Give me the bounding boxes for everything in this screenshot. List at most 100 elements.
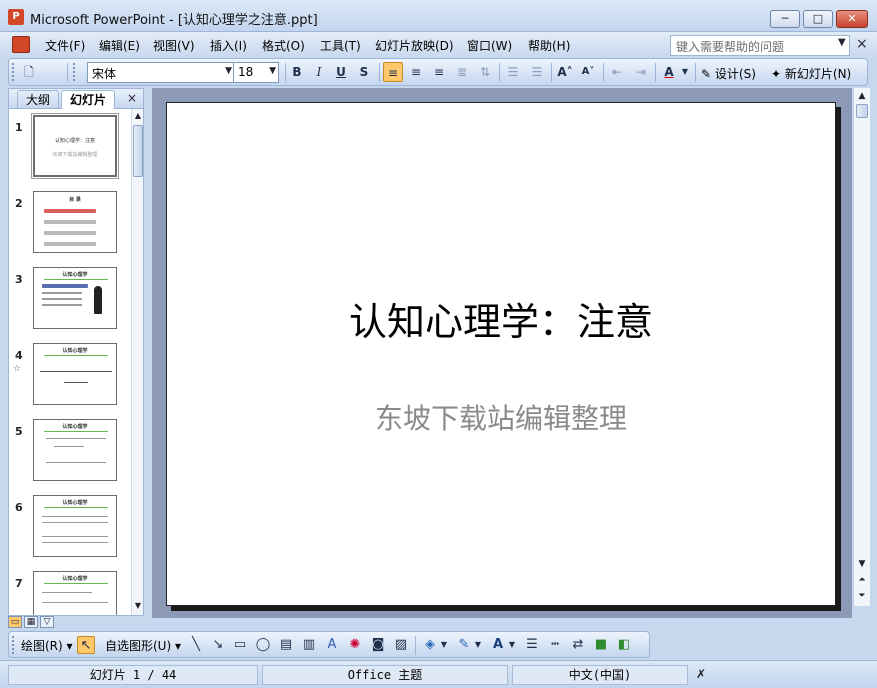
- select-pointer-icon[interactable]: ↖: [77, 636, 95, 654]
- italic-button[interactable]: I: [309, 62, 329, 82]
- thumbnail-scrollbar[interactable]: ▲ ▼: [131, 109, 143, 615]
- menu-format[interactable]: 格式(O): [262, 37, 305, 54]
- diagram-icon[interactable]: ✺: [346, 636, 364, 654]
- slide-number: 3: [15, 273, 23, 286]
- wordart-icon[interactable]: A: [323, 636, 341, 654]
- picture-icon[interactable]: ▨: [392, 636, 410, 654]
- tab-outline[interactable]: 大纲: [17, 90, 60, 109]
- spelling-check-icon[interactable]: ✗: [696, 667, 706, 681]
- title-bar: P Microsoft PowerPoint - [认知心理学之注意.ppt] …: [0, 0, 877, 32]
- close-button[interactable]: ✕: [836, 10, 868, 28]
- align-left-icon[interactable]: ≡: [383, 62, 403, 82]
- chevron-down-icon[interactable]: ▼: [225, 66, 232, 76]
- toolbar-separator: [67, 63, 68, 82]
- toolbar-grip[interactable]: [12, 63, 15, 81]
- editor-scrollbar[interactable]: ▲ ▼ ⏶ ⏷: [853, 88, 870, 606]
- slide-title[interactable]: 认知心理学：注意: [167, 291, 835, 346]
- scrollbar-thumb[interactable]: [133, 125, 143, 177]
- slide-thumbnail[interactable]: 目 录: [33, 191, 117, 253]
- previous-slide-icon[interactable]: ⏶: [854, 572, 870, 588]
- bullets-icon[interactable]: ☰: [527, 62, 547, 82]
- minimize-button[interactable]: ─: [770, 10, 800, 28]
- align-center-icon[interactable]: ≡: [406, 62, 426, 82]
- line-icon[interactable]: ╲: [187, 636, 205, 654]
- menu-view[interactable]: 视图(V): [153, 37, 195, 54]
- slideshow-view-icon[interactable]: ▽: [40, 616, 54, 628]
- decrease-indent-icon[interactable]: ⇤: [607, 62, 627, 82]
- arrow-icon[interactable]: ↘: [209, 636, 227, 654]
- menu-help[interactable]: 帮助(H): [528, 37, 570, 54]
- increase-font-icon[interactable]: A˄: [555, 62, 575, 82]
- font-size-select[interactable]: 18 ▼: [233, 62, 279, 83]
- align-right-icon[interactable]: ≡: [429, 62, 449, 82]
- draw-menu-button[interactable]: 绘图(R) ▾: [21, 637, 73, 654]
- font-color-draw-icon[interactable]: A: [489, 636, 507, 654]
- scroll-up-icon[interactable]: ▲: [854, 88, 870, 104]
- close-pane-icon[interactable]: ×: [127, 91, 137, 105]
- normal-view-icon[interactable]: ▭: [8, 616, 22, 628]
- next-slide-icon[interactable]: ⏷: [854, 588, 870, 604]
- chevron-down-icon[interactable]: ▼: [269, 66, 276, 76]
- chevron-down-icon[interactable]: ▼: [439, 636, 449, 654]
- line-color-icon[interactable]: ✎: [455, 636, 473, 654]
- dash-style-icon[interactable]: ┅: [546, 636, 564, 654]
- scrollbar-thumb[interactable]: [856, 104, 868, 118]
- shadow-style-icon[interactable]: ■: [592, 636, 610, 654]
- new-document-icon[interactable]: 🗋: [19, 62, 39, 82]
- autoshapes-menu-button[interactable]: 自选图形(U) ▾: [105, 637, 181, 654]
- document-icon[interactable]: [12, 36, 30, 53]
- font-color-icon[interactable]: A: [659, 62, 679, 82]
- decrease-font-icon[interactable]: A˅: [578, 62, 598, 82]
- shadow-button[interactable]: S: [354, 62, 374, 82]
- font-name-select[interactable]: 宋体 ▼: [87, 62, 235, 83]
- text-direction-icon[interactable]: ⇅: [475, 62, 495, 82]
- fill-color-icon[interactable]: ◈: [421, 636, 439, 654]
- tab-slides[interactable]: 幻灯片: [61, 90, 116, 109]
- clipart-icon[interactable]: ◙: [369, 636, 387, 654]
- design-button[interactable]: ✎ 设计(S): [701, 65, 756, 82]
- slide-thumbnail[interactable]: 认知心理学：注意 东坡下载站编辑整理: [31, 113, 119, 179]
- scroll-down-icon[interactable]: ▼: [133, 601, 143, 613]
- thumbnail-subtitle: 东坡下载站编辑整理: [52, 152, 98, 158]
- slide-thumbnail[interactable]: 认知心理学: [33, 343, 117, 405]
- bold-button[interactable]: B: [287, 62, 307, 82]
- chevron-down-icon[interactable]: ▼: [507, 636, 517, 654]
- slide-thumbnail[interactable]: 认知心理学: [33, 495, 117, 557]
- chevron-down-icon[interactable]: ▼: [679, 62, 691, 82]
- theme-name: Office 主题: [262, 665, 508, 685]
- powerpoint-app-icon[interactable]: P: [8, 9, 24, 25]
- new-slide-button[interactable]: ✦ 新幻灯片(N): [771, 65, 851, 82]
- slide-thumbnail[interactable]: 认知心理学: [33, 419, 117, 481]
- numbering-icon[interactable]: ☰: [503, 62, 523, 82]
- line-style-icon[interactable]: ☰: [523, 636, 541, 654]
- menu-file[interactable]: 文件(F): [45, 37, 85, 54]
- slide-sorter-icon[interactable]: ▦: [24, 616, 38, 628]
- slide-thumbnail[interactable]: 认知心理学: [33, 571, 117, 615]
- help-search-input[interactable]: 键入需要帮助的问题: [670, 35, 850, 56]
- menu-edit[interactable]: 编辑(E): [99, 37, 140, 54]
- toolbar-grip[interactable]: [12, 636, 15, 654]
- scroll-down-icon[interactable]: ▼: [854, 556, 870, 572]
- scroll-up-icon[interactable]: ▲: [133, 111, 143, 123]
- rectangle-icon[interactable]: ▭: [231, 636, 249, 654]
- underline-button[interactable]: U: [331, 62, 351, 82]
- document-close-icon[interactable]: ×: [856, 36, 868, 52]
- vertical-textbox-icon[interactable]: ▥: [300, 636, 318, 654]
- textbox-icon[interactable]: ▤: [277, 636, 295, 654]
- increase-indent-icon[interactable]: ⇥: [631, 62, 651, 82]
- oval-icon[interactable]: ◯: [254, 636, 272, 654]
- menu-window[interactable]: 窗口(W): [467, 37, 512, 54]
- help-dropdown-icon[interactable]: ▼: [838, 37, 846, 48]
- current-slide[interactable]: 认知心理学：注意 东坡下载站编辑整理: [166, 102, 836, 606]
- maximize-button[interactable]: □: [803, 10, 833, 28]
- justify-icon[interactable]: ≣: [452, 62, 472, 82]
- toolbar-grip[interactable]: [73, 63, 76, 81]
- menu-slideshow[interactable]: 幻灯片放映(D): [375, 37, 454, 54]
- chevron-down-icon[interactable]: ▼: [473, 636, 483, 654]
- slide-subtitle[interactable]: 东坡下载站编辑整理: [167, 397, 835, 437]
- menu-insert[interactable]: 插入(I): [210, 37, 247, 54]
- slide-thumbnail[interactable]: 认知心理学: [33, 267, 117, 329]
- menu-tools[interactable]: 工具(T): [320, 37, 361, 54]
- 3d-style-icon[interactable]: ◧: [615, 636, 633, 654]
- arrow-style-icon[interactable]: ⇄: [569, 636, 587, 654]
